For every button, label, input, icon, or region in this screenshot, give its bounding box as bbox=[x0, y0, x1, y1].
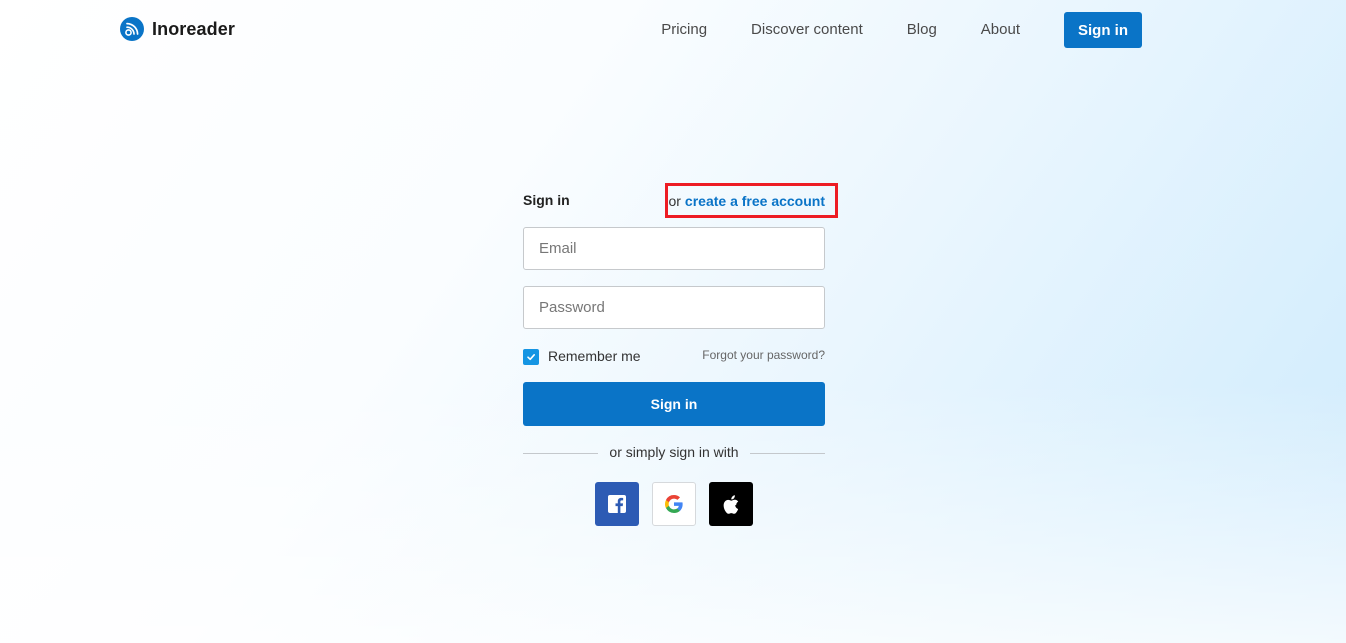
nav-blog[interactable]: Blog bbox=[907, 12, 937, 48]
create-account-highlight: or create a free account bbox=[665, 183, 838, 218]
nav-discover-content[interactable]: Discover content bbox=[751, 12, 863, 48]
email-field[interactable] bbox=[523, 227, 825, 270]
apple-sign-in-button[interactable] bbox=[709, 482, 753, 526]
main-nav: Pricing Discover content Blog About Sign… bbox=[661, 12, 1142, 48]
social-divider: or simply sign in with bbox=[523, 442, 825, 462]
create-prefix: or bbox=[668, 192, 681, 209]
nav-about[interactable]: About bbox=[981, 12, 1020, 48]
create-account-link[interactable]: create a free account bbox=[685, 193, 825, 209]
google-icon bbox=[665, 495, 683, 513]
remember-me-checkbox[interactable] bbox=[523, 349, 539, 365]
rss-signal-icon bbox=[120, 17, 144, 41]
logo[interactable]: Inoreader bbox=[120, 17, 235, 41]
facebook-sign-in-button[interactable] bbox=[595, 482, 639, 526]
remember-row: Remember me Forgot your password? bbox=[523, 347, 825, 367]
checkmark-icon bbox=[527, 354, 535, 361]
google-sign-in-button[interactable] bbox=[652, 482, 696, 526]
social-sign-in-buttons bbox=[595, 482, 753, 526]
divider-line-right bbox=[750, 453, 825, 454]
remember-me-label[interactable]: Remember me bbox=[548, 348, 641, 364]
top-header: Inoreader Pricing Discover content Blog … bbox=[0, 0, 1346, 60]
header-sign-in-button[interactable]: Sign in bbox=[1064, 12, 1142, 48]
forgot-password-link[interactable]: Forgot your password? bbox=[702, 348, 825, 362]
form-title: Sign in bbox=[523, 192, 570, 208]
facebook-icon bbox=[608, 495, 626, 513]
brand-name: Inoreader bbox=[152, 18, 235, 39]
form-header: Sign in or create a free account bbox=[523, 183, 838, 218]
apple-icon bbox=[723, 494, 739, 514]
sign-in-form: Sign in or create a free account Remembe… bbox=[523, 183, 838, 526]
sign-in-button[interactable]: Sign in bbox=[523, 382, 825, 426]
divider-text: or simply sign in with bbox=[609, 444, 739, 460]
nav-pricing[interactable]: Pricing bbox=[661, 12, 707, 48]
password-field[interactable] bbox=[523, 286, 825, 329]
